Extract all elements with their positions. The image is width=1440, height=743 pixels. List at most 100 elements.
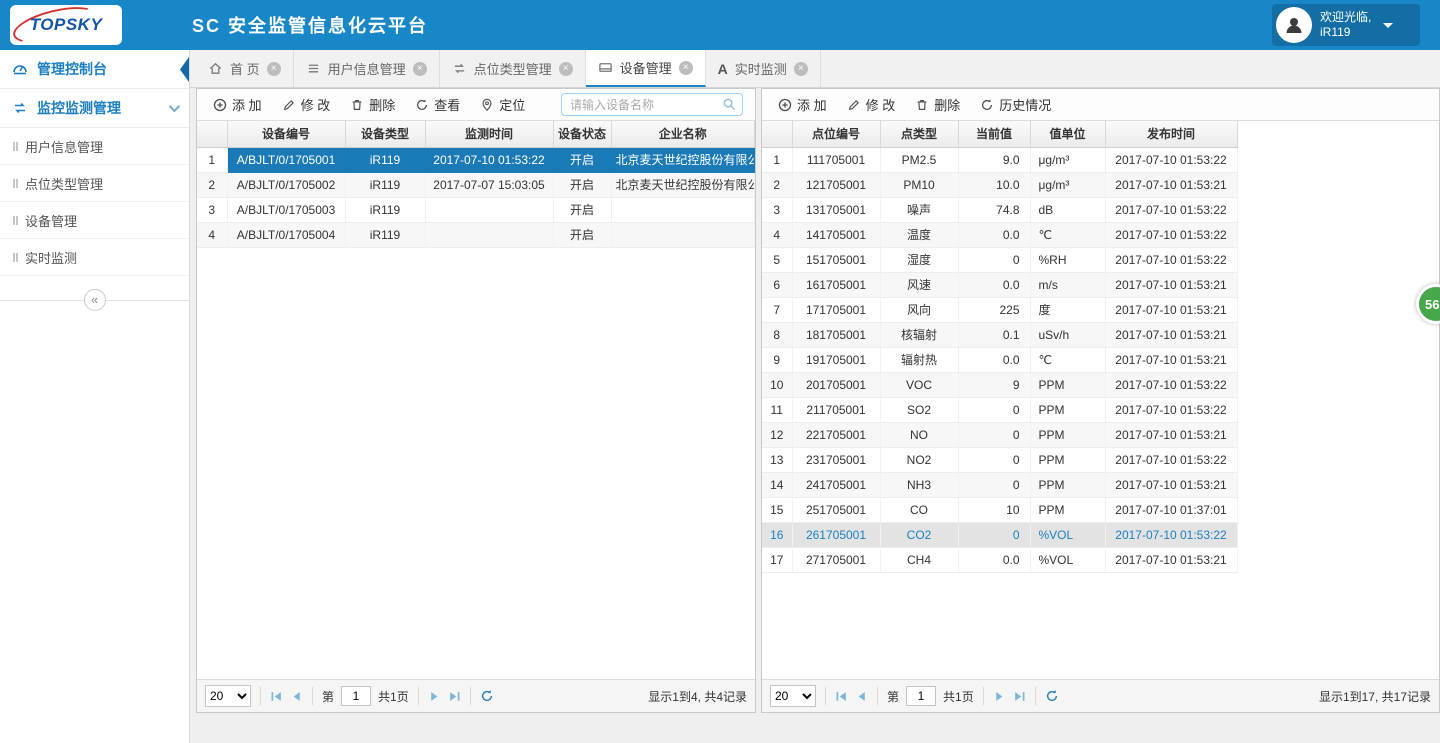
last-page-button[interactable] bbox=[448, 690, 461, 703]
table-row[interactable]: 9191705001辐射热0.0℃2017-07-10 01:53:21 bbox=[762, 347, 1237, 372]
table-row[interactable]: 1A/BJLT/0/1705001iR1192017-07-10 01:53:2… bbox=[197, 147, 755, 172]
page-size-select[interactable]: 20 bbox=[770, 685, 816, 707]
row-number: 7 bbox=[762, 297, 792, 322]
table-cell: iR119 bbox=[345, 197, 425, 222]
table-cell: 风速 bbox=[880, 272, 958, 297]
add-button[interactable]: 添 加 bbox=[768, 89, 837, 120]
column-header[interactable]: 点类型 bbox=[880, 121, 958, 147]
close-icon[interactable]: × bbox=[794, 62, 808, 76]
search-icon[interactable] bbox=[722, 97, 737, 112]
table-row[interactable]: 13231705001NO20PPM2017-07-10 01:53:22 bbox=[762, 447, 1237, 472]
table-row[interactable]: 4141705001温度0.0℃2017-07-10 01:53:22 bbox=[762, 222, 1237, 247]
sidebar-item-realtime[interactable]: 实时监测 bbox=[0, 239, 189, 276]
first-page-button[interactable] bbox=[270, 690, 283, 703]
device-panel: 添 加 修 改 删除 bbox=[196, 88, 756, 713]
tab-realtime[interactable]: A 实时监测 × bbox=[706, 50, 821, 87]
delete-button[interactable]: 删除 bbox=[905, 89, 970, 120]
table-row[interactable]: 4A/BJLT/0/1705004iR119开启 bbox=[197, 222, 755, 247]
logo-text: TOPSKY bbox=[30, 15, 103, 35]
page-input[interactable] bbox=[341, 686, 371, 706]
column-header[interactable]: 当前值 bbox=[958, 121, 1030, 147]
table-cell: 2017-07-10 01:53:21 bbox=[1105, 347, 1237, 372]
table-row[interactable]: 5151705001湿度0%RH2017-07-10 01:53:22 bbox=[762, 247, 1237, 272]
sidebar-item-user-info[interactable]: 用户信息管理 bbox=[0, 128, 189, 165]
table-cell: 0 bbox=[958, 447, 1030, 472]
next-page-button[interactable] bbox=[428, 690, 441, 703]
table-cell: NO2 bbox=[880, 447, 958, 472]
table-row[interactable]: 1111705001PM2.59.0μg/m³2017-07-10 01:53:… bbox=[762, 147, 1237, 172]
user-menu[interactable]: 欢迎光临, iR119 bbox=[1272, 4, 1420, 46]
table-row[interactable]: 16261705001CO20%VOL2017-07-10 01:53:22 bbox=[762, 522, 1237, 547]
view-button[interactable]: 查看 bbox=[405, 89, 470, 120]
table-row[interactable]: 3131705001噪声74.8dB2017-07-10 01:53:22 bbox=[762, 197, 1237, 222]
close-icon[interactable]: × bbox=[413, 62, 427, 76]
prev-page-button[interactable] bbox=[855, 690, 868, 703]
table-row[interactable]: 11211705001SO20PPM2017-07-10 01:53:22 bbox=[762, 397, 1237, 422]
device-table: 设备编号设备类型监测时间设备状态企业名称 1A/BJLT/0/1705001iR… bbox=[197, 121, 755, 248]
tab-device-mgmt[interactable]: 设备管理 × bbox=[586, 50, 706, 87]
sidebar-item-dashboard[interactable]: 管理控制台 bbox=[0, 50, 189, 89]
exchange-icon bbox=[452, 61, 467, 76]
close-icon[interactable]: × bbox=[679, 61, 693, 75]
refresh-button[interactable] bbox=[1045, 689, 1059, 703]
pencil-icon bbox=[847, 98, 861, 112]
column-header[interactable]: 设备状态 bbox=[553, 121, 611, 147]
table-row[interactable]: 14241705001NH30PPM2017-07-10 01:53:21 bbox=[762, 472, 1237, 497]
delete-button[interactable]: 删除 bbox=[340, 89, 405, 120]
tab-point-type[interactable]: 点位类型管理 × bbox=[440, 50, 586, 87]
table-row[interactable]: 2A/BJLT/0/1705002iR1192017-07-07 15:03:0… bbox=[197, 172, 755, 197]
column-header[interactable]: 设备编号 bbox=[227, 121, 345, 147]
table-row[interactable]: 8181705001核辐射0.1uSv/h2017-07-10 01:53:21 bbox=[762, 322, 1237, 347]
edit-button[interactable]: 修 改 bbox=[272, 89, 341, 120]
first-page-button[interactable] bbox=[835, 690, 848, 703]
column-header[interactable]: 监测时间 bbox=[425, 121, 553, 147]
bullet-icon bbox=[13, 216, 15, 225]
sidebar-item-point-type[interactable]: 点位类型管理 bbox=[0, 165, 189, 202]
table-row[interactable]: 17271705001CH40.0%VOL2017-07-10 01:53:21 bbox=[762, 547, 1237, 572]
table-cell: 121705001 bbox=[792, 172, 880, 197]
search-input[interactable] bbox=[561, 93, 743, 116]
close-icon[interactable]: × bbox=[267, 62, 281, 76]
locate-button[interactable]: 定位 bbox=[470, 89, 535, 120]
column-header[interactable]: 设备类型 bbox=[345, 121, 425, 147]
edit-button[interactable]: 修 改 bbox=[837, 89, 906, 120]
table-row[interactable]: 3A/BJLT/0/1705003iR119开启 bbox=[197, 197, 755, 222]
row-number: 8 bbox=[762, 322, 792, 347]
divider bbox=[418, 687, 419, 705]
page-size-select[interactable]: 20 bbox=[205, 685, 251, 707]
table-row[interactable]: 10201705001VOC9PPM2017-07-10 01:53:22 bbox=[762, 372, 1237, 397]
table-row[interactable]: 12221705001NO0PPM2017-07-10 01:53:21 bbox=[762, 422, 1237, 447]
history-button[interactable]: 历史情况 bbox=[970, 89, 1061, 120]
table-row[interactable]: 7171705001风向225度2017-07-10 01:53:21 bbox=[762, 297, 1237, 322]
device-icon bbox=[598, 60, 613, 75]
sidebar-item-monitor-mgmt[interactable]: 监控监测管理 bbox=[0, 89, 189, 128]
column-header[interactable]: 企业名称 bbox=[611, 121, 755, 147]
page-input[interactable] bbox=[906, 686, 936, 706]
device-toolbar: 添 加 修 改 删除 bbox=[197, 89, 755, 121]
sidebar-collapse-button[interactable]: « bbox=[84, 289, 106, 311]
next-page-button[interactable] bbox=[993, 690, 1006, 703]
tab-user-info[interactable]: 用户信息管理 × bbox=[294, 50, 440, 87]
refresh-button[interactable] bbox=[480, 689, 494, 703]
tab-home[interactable]: 首 页 × bbox=[196, 50, 294, 87]
plus-circle-icon bbox=[213, 98, 227, 112]
table-cell: 2017-07-10 01:53:22 bbox=[425, 147, 553, 172]
table-cell: %RH bbox=[1030, 247, 1105, 272]
table-cell: 度 bbox=[1030, 297, 1105, 322]
last-page-button[interactable] bbox=[1013, 690, 1026, 703]
table-row[interactable]: 15251705001CO10PPM2017-07-10 01:37:01 bbox=[762, 497, 1237, 522]
table-row[interactable]: 2121705001PM1010.0μg/m³2017-07-10 01:53:… bbox=[762, 172, 1237, 197]
prev-page-button[interactable] bbox=[290, 690, 303, 703]
chevron-down-icon bbox=[169, 101, 180, 112]
close-icon[interactable]: × bbox=[559, 62, 573, 76]
table-row[interactable]: 6161705001风速0.0m/s2017-07-10 01:53:21 bbox=[762, 272, 1237, 297]
add-button[interactable]: 添 加 bbox=[203, 89, 272, 120]
panels: 添 加 修 改 删除 bbox=[190, 88, 1440, 743]
table-cell: A/BJLT/0/1705001 bbox=[227, 147, 345, 172]
column-header[interactable]: 发布时间 bbox=[1105, 121, 1237, 147]
sidebar-item-label: 监控监测管理 bbox=[37, 98, 121, 118]
table-cell: NH3 bbox=[880, 472, 958, 497]
sidebar-item-device-mgmt[interactable]: 设备管理 bbox=[0, 202, 189, 239]
column-header[interactable]: 点位编号 bbox=[792, 121, 880, 147]
column-header[interactable]: 值单位 bbox=[1030, 121, 1105, 147]
